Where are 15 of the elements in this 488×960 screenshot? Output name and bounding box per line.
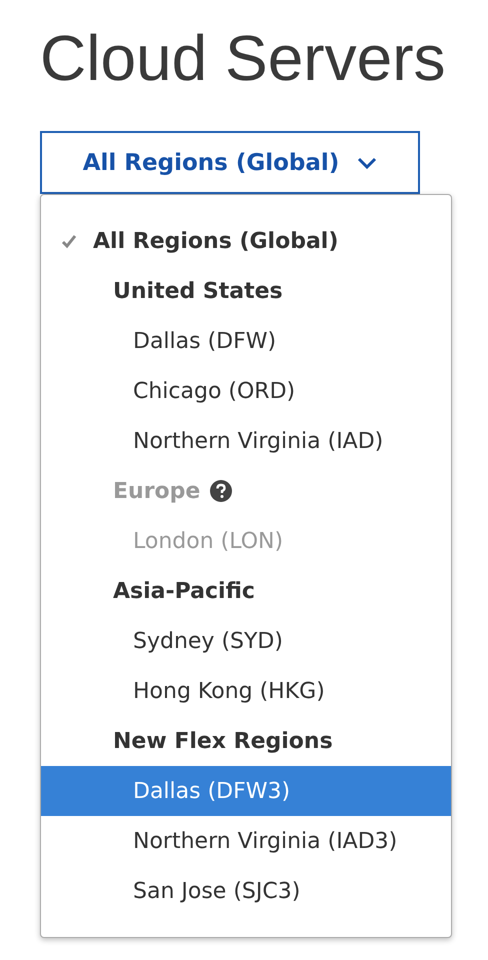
menu-group[interactable]: New Flex Regions	[41, 716, 451, 766]
menu-group[interactable]: Asia-Pacific	[41, 566, 451, 616]
menu-item[interactable]: Northern Virginia (IAD)	[41, 416, 451, 466]
menu-item[interactable]: Dallas (DFW)	[41, 316, 451, 366]
menu-group[interactable]: All Regions (Global)	[41, 216, 451, 266]
page-title: Cloud Servers	[40, 21, 446, 96]
menu-item[interactable]: San Jose (SJC3)	[41, 866, 451, 916]
menu-item[interactable]: Sydney (SYD)	[41, 616, 451, 666]
menu-item[interactable]: Chicago (ORD)	[41, 366, 451, 416]
menu-item[interactable]: Dallas (DFW3)	[41, 766, 451, 816]
region-dropdown[interactable]: All Regions (Global)	[40, 131, 420, 194]
menu-item[interactable]: Northern Virginia (IAD3)	[41, 816, 451, 866]
menu-item[interactable]: Hong Kong (HKG)	[41, 666, 451, 716]
menu-group[interactable]: United States	[41, 266, 451, 316]
chevron-down-icon	[357, 156, 378, 168]
